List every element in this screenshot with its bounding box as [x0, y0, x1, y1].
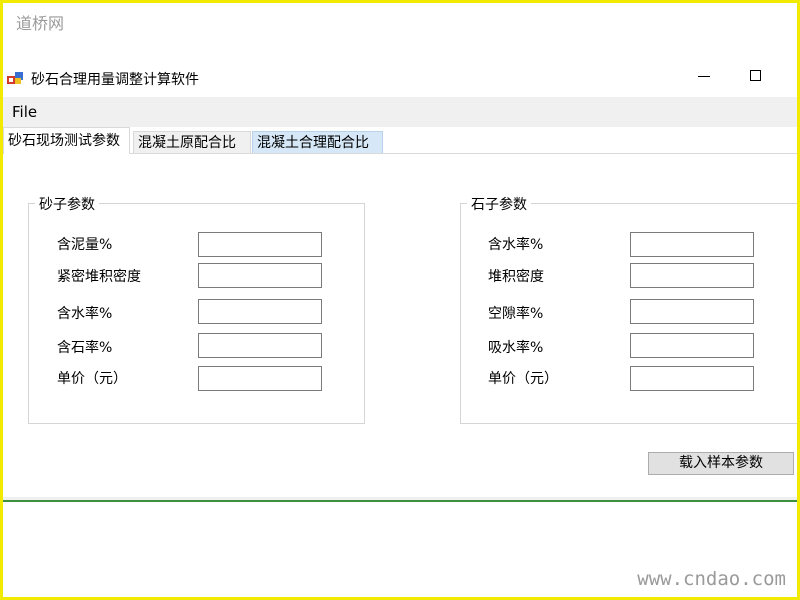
sand-moisture-input[interactable]	[198, 299, 322, 324]
sand-stone-content-label: 含石率%	[57, 340, 113, 356]
window-title: 砂石合理用量调整计算软件	[31, 72, 199, 88]
sand-moisture-label: 含水率%	[57, 306, 113, 322]
stone-unit-price-input[interactable]	[630, 366, 754, 391]
stone-water-absorption-input[interactable]	[630, 333, 754, 358]
stone-moisture-input[interactable]	[630, 232, 754, 257]
tab-strip: 砂石现场测试参数 混凝土原配合比 混凝土合理配合比	[3, 127, 797, 154]
sand-compact-density-label: 紧密堆积密度	[57, 269, 141, 285]
sand-mud-content-input[interactable]	[198, 232, 322, 257]
menu-bar: File	[3, 97, 797, 127]
stone-bulk-density-label: 堆积密度	[488, 269, 544, 285]
app-icon	[7, 72, 23, 84]
status-divider	[3, 500, 797, 502]
stone-void-ratio-input[interactable]	[630, 299, 754, 324]
stone-water-absorption-label: 吸水率%	[488, 340, 544, 356]
maximize-button[interactable]	[750, 70, 761, 81]
stone-void-ratio-label: 空隙率%	[488, 306, 544, 322]
tab-original-mix[interactable]: 混凝土原配合比	[133, 131, 251, 153]
sand-unit-price-label: 单价（元）	[57, 371, 127, 387]
group-title: 砂子参数	[35, 194, 99, 214]
sand-compact-density-input[interactable]	[198, 263, 322, 288]
sand-stone-content-input[interactable]	[198, 333, 322, 358]
stone-moisture-label: 含水率%	[488, 237, 544, 253]
watermark-bottom: www.cndao.com	[637, 568, 786, 590]
sand-mud-content-label: 含泥量%	[57, 237, 113, 253]
tab-reasonable-mix[interactable]: 混凝土合理配合比	[252, 131, 383, 153]
sand-unit-price-input[interactable]	[198, 366, 322, 391]
group-title: 石子参数	[467, 194, 531, 214]
title-bar: 砂石合理用量调整计算软件	[3, 64, 797, 92]
watermark-top: 道桥网	[16, 14, 65, 33]
stone-unit-price-label: 单价（元）	[488, 371, 558, 387]
stone-bulk-density-input[interactable]	[630, 263, 754, 288]
minimize-button[interactable]	[697, 64, 717, 90]
menu-item-file[interactable]: File	[12, 103, 37, 121]
load-sample-params-button[interactable]: 载入样本参数	[648, 452, 794, 475]
tab-sand-stone-test[interactable]: 砂石现场测试参数	[3, 127, 130, 154]
